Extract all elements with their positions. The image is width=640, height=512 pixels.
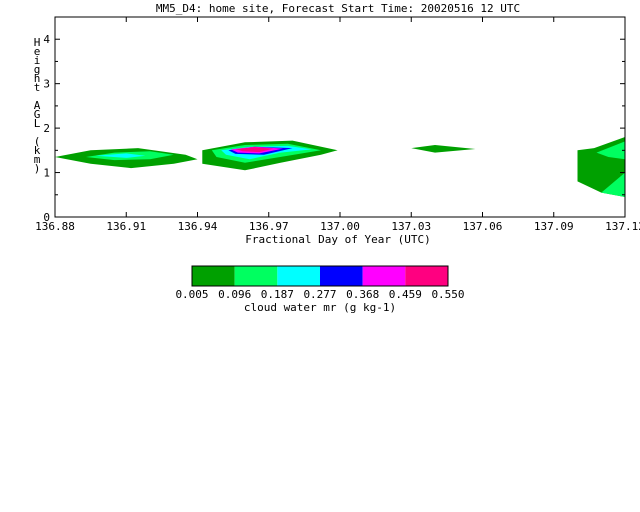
colorbar: 0.005 0.096 0.187 0.277 0.368 0.459 0.550 [175, 265, 465, 301]
colorbar-label: cloud water mr (g kg-1) [244, 301, 396, 314]
x-tick-label: 137.06 [463, 220, 503, 233]
x-tick-label: 136.97 [249, 220, 289, 233]
chart-title: MM5_D4: home site, Forecast Start Time: … [156, 2, 520, 15]
x-axis-label: Fractional Day of Year (UTC) [245, 233, 430, 246]
colorbar-swatch [192, 266, 235, 286]
x-tick-label: 137.03 [391, 220, 431, 233]
colorbar-level-label: 0.459 [389, 288, 422, 301]
colorbar-level-label: 0.368 [346, 288, 379, 301]
colorbar-swatch [234, 266, 278, 286]
axis-ticks: 136.88 136.91 136.94 136.97 137.00 137.03 137.… [35, 17, 640, 233]
y-tick-label: 2 [43, 122, 50, 135]
colorbar-level-label: 0.187 [261, 288, 294, 301]
x-tick-label: 136.94 [178, 220, 218, 233]
contour-region-9 [411, 145, 476, 153]
y-tick-label: 1 [43, 167, 50, 180]
y-tick-label: 0 [43, 211, 50, 224]
x-tick-label: 136.88 [35, 220, 75, 233]
x-tick-label: 137.12 [605, 220, 640, 233]
x-tick-label: 137.09 [534, 220, 574, 233]
x-tick-label: 137.00 [320, 220, 360, 233]
contour-regions [55, 137, 625, 197]
plot-frame [54, 16, 626, 218]
y-tick-label: 4 [43, 33, 50, 46]
colorbar-level-label: 0.277 [303, 288, 336, 301]
y-axis-label: Height AGL (k m) [34, 36, 41, 175]
colorbar-swatch [277, 266, 320, 286]
colorbar-swatch [320, 266, 363, 286]
colorbar-level-label: 0.005 [175, 288, 208, 301]
colorbar-swatch [405, 266, 448, 286]
colorbar-level-label: 0.096 [218, 288, 251, 301]
x-tick-label: 136.91 [106, 220, 146, 233]
cloud-water-chart: MM5_D4: home site, Forecast Start Time: … [34, 2, 640, 314]
colorbar-level-label: 0.550 [431, 288, 464, 301]
y-tick-label: 3 [43, 78, 50, 91]
colorbar-swatch [362, 266, 406, 286]
